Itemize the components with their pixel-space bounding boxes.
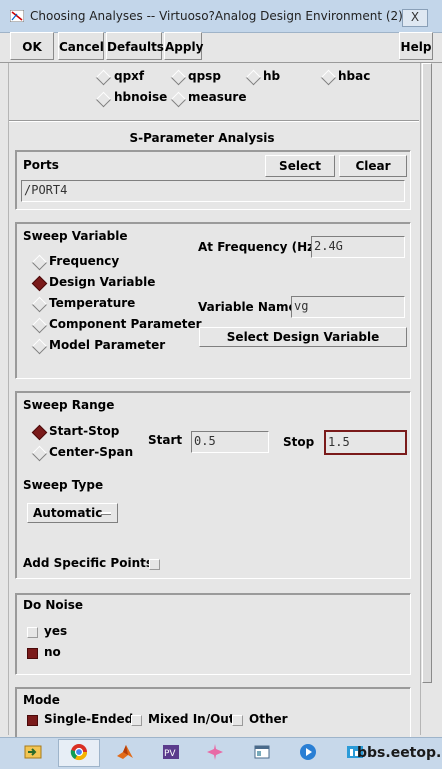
stop-field[interactable]: 1.5 bbox=[324, 430, 407, 455]
apply-button[interactable]: Apply bbox=[164, 32, 203, 60]
ports-label: Ports bbox=[23, 158, 59, 172]
do-noise-checkbox-yes[interactable] bbox=[27, 627, 38, 638]
media-player-icon[interactable] bbox=[299, 743, 317, 761]
analysis-label-qpsp: qpsp bbox=[188, 69, 221, 83]
pspice-icon[interactable]: PV bbox=[162, 743, 180, 761]
svg-text:PV: PV bbox=[164, 749, 176, 759]
analysis-label-hbac: hbac bbox=[338, 69, 371, 83]
at-frequency-field[interactable]: 2.4G bbox=[311, 236, 405, 258]
sweep-var-label-component-parameter: Component Parameter bbox=[49, 317, 202, 331]
analysis-radio-measure[interactable] bbox=[170, 91, 187, 108]
ports-select-button[interactable]: Select bbox=[265, 155, 335, 177]
variable-name-label: Variable Name bbox=[198, 300, 297, 314]
analysis-radio-qpxf[interactable] bbox=[95, 69, 112, 86]
defaults-button[interactable]: Defaults bbox=[106, 32, 164, 60]
sweep-var-label-model-parameter: Model Parameter bbox=[49, 338, 166, 352]
stop-label: Stop bbox=[283, 435, 315, 449]
sweep-var-label-frequency: Frequency bbox=[49, 254, 120, 268]
help-button[interactable]: Help bbox=[399, 32, 433, 60]
mode-checkbox-mixed[interactable] bbox=[131, 715, 142, 726]
section-title: S-Parameter Analysis bbox=[129, 131, 275, 145]
mode-label: Mode bbox=[23, 693, 60, 707]
sweep-type-value: Automatic bbox=[33, 506, 103, 520]
mode-label-mixed: Mixed In/Out bbox=[148, 712, 235, 726]
do-noise-label-yes: yes bbox=[44, 624, 68, 638]
chrome-icon[interactable] bbox=[70, 743, 88, 761]
dropdown-indicator-icon bbox=[101, 512, 111, 515]
select-design-variable-button[interactable]: Select Design Variable bbox=[199, 327, 407, 347]
analysis-radio-hbnoise[interactable] bbox=[95, 91, 112, 108]
analysis-label-measure: measure bbox=[188, 90, 247, 104]
analysis-radio-qpsp[interactable] bbox=[170, 69, 187, 86]
do-noise-checkbox-no[interactable] bbox=[27, 648, 38, 659]
sweep-type-dropdown[interactable]: Automatic bbox=[27, 503, 118, 523]
at-frequency-label: At Frequency (Hz) bbox=[198, 240, 320, 254]
toolbar-separator bbox=[0, 62, 442, 63]
sweep-range-label: Sweep Range bbox=[23, 398, 115, 412]
sweep-variable-label: Sweep Variable bbox=[23, 229, 128, 243]
do-noise-label-no: no bbox=[44, 645, 61, 659]
explorer-icon[interactable] bbox=[24, 743, 42, 761]
mode-checkbox-other[interactable] bbox=[232, 715, 243, 726]
cancel-button[interactable]: Cancel bbox=[58, 32, 104, 60]
start-label: Start bbox=[148, 433, 183, 447]
ports-clear-button[interactable]: Clear bbox=[339, 155, 407, 177]
sweep-type-label: Sweep Type bbox=[23, 478, 104, 492]
mode-checkbox-single-ended[interactable] bbox=[27, 715, 38, 726]
variable-name-field[interactable]: vg bbox=[291, 296, 405, 318]
divider bbox=[9, 120, 419, 122]
analysis-radio-hb[interactable] bbox=[245, 69, 262, 86]
sweep-var-label-design-variable: Design Variable bbox=[49, 275, 156, 289]
analysis-label-qpxf: qpxf bbox=[114, 69, 145, 83]
content-left-edge bbox=[8, 63, 9, 735]
mode-label-single-ended: Single-Ended bbox=[44, 712, 134, 726]
ports-field[interactable]: /PORT4 bbox=[21, 180, 405, 202]
add-specific-points-label: Add Specific Points bbox=[23, 556, 154, 570]
mode-label-other: Other bbox=[249, 712, 288, 726]
watermark-text: bbs.eetop.cn bbox=[357, 745, 442, 761]
close-button[interactable]: X bbox=[402, 9, 428, 27]
window-app-icon[interactable] bbox=[253, 743, 271, 761]
analysis-radio-hbac[interactable] bbox=[320, 69, 337, 86]
ok-button[interactable]: OK bbox=[10, 32, 54, 60]
flower-app-icon[interactable] bbox=[206, 743, 224, 761]
do-noise-label: Do Noise bbox=[23, 598, 84, 612]
title-bar: Choosing Analyses -- Virtuoso?Analog Des… bbox=[0, 0, 442, 33]
sweep-var-label-temperature: Temperature bbox=[49, 296, 136, 310]
sweep-range-label-start-stop: Start-Stop bbox=[49, 424, 120, 438]
analysis-label-hb: hb bbox=[263, 69, 281, 83]
add-specific-points-checkbox[interactable] bbox=[149, 559, 160, 570]
start-field[interactable]: 0.5 bbox=[191, 431, 269, 453]
app-icon bbox=[10, 10, 24, 22]
matlab-icon[interactable] bbox=[116, 743, 134, 761]
analysis-label-hbnoise: hbnoise bbox=[114, 90, 168, 104]
sweep-range-label-center-span: Center-Span bbox=[49, 445, 134, 459]
window-title: Choosing Analyses -- Virtuoso?Analog Des… bbox=[30, 9, 403, 23]
scrollbar-thumb[interactable] bbox=[422, 63, 432, 683]
